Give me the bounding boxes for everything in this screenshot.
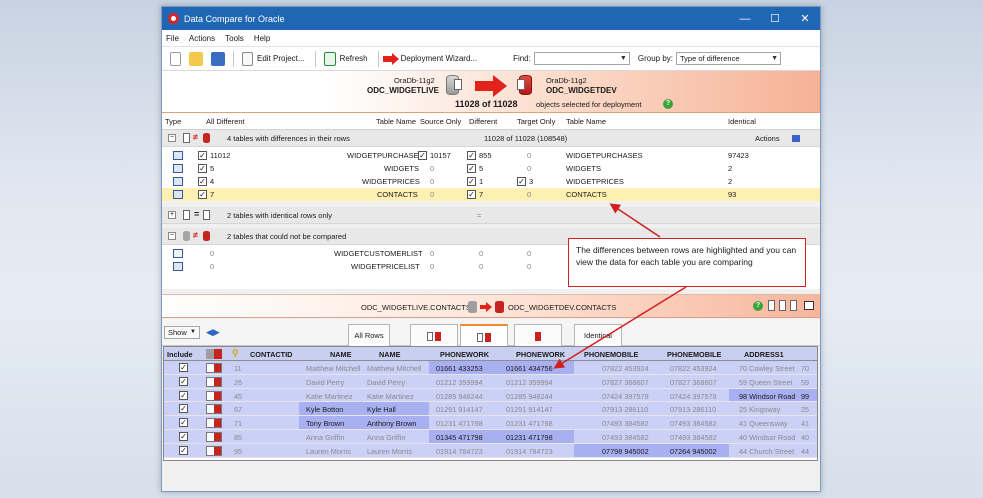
arrow-to-data-table <box>553 286 687 369</box>
arrow-to-contacts-row <box>609 203 661 238</box>
annotation-arrows <box>553 203 687 369</box>
